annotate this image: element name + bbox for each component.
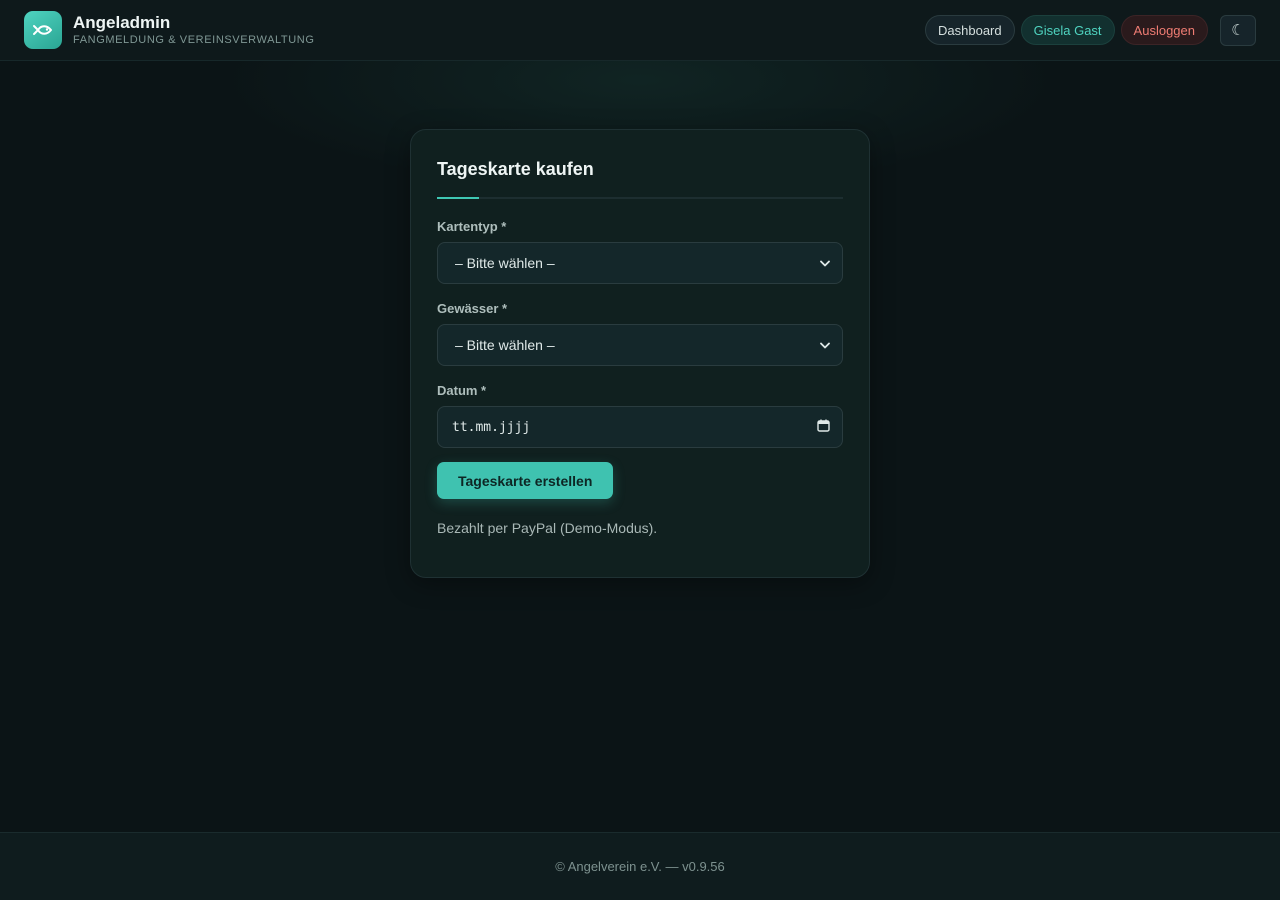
brand-title: Angeladmin bbox=[73, 13, 171, 32]
footer-text: © Angelverein e.V. — v0.9.56 bbox=[555, 859, 725, 874]
calendar-icon[interactable] bbox=[817, 419, 830, 436]
kartentyp-label: Kartentyp * bbox=[437, 219, 507, 234]
form-title: Tageskarte kaufen bbox=[437, 159, 594, 179]
datum-input[interactable]: tt.mm.jjjj bbox=[437, 406, 843, 448]
gewaesser-select-value: – Bitte wählen – bbox=[455, 337, 555, 353]
title-divider bbox=[437, 197, 843, 199]
brand-subtitle: FANGMELDUNG & VEREINSVERWALTUNG bbox=[73, 34, 315, 46]
header-nav: Dashboard Gisela Gast Ausloggen ☾ bbox=[919, 14, 1256, 46]
kartentyp-select-value: – Bitte wählen – bbox=[455, 255, 555, 271]
payment-note: Bezahlt per PayPal (Demo-Modus). bbox=[437, 520, 658, 536]
app-header: Angeladmin FANGMELDUNG & VEREINSVERWALTU… bbox=[0, 0, 1280, 61]
user-profile-link[interactable]: Gisela Gast bbox=[1020, 15, 1115, 45]
app-footer: © Angelverein e.V. — v0.9.56 bbox=[0, 832, 1280, 900]
datum-input-placeholder: tt.mm.jjjj bbox=[452, 419, 531, 435]
tageskarte-form-card: Tageskarte kaufen Kartentyp * – Bitte wä… bbox=[410, 129, 870, 578]
title-divider-accent bbox=[437, 197, 479, 199]
gewaesser-label: Gewässer * bbox=[437, 301, 508, 316]
datum-label: Datum * bbox=[437, 383, 487, 398]
moon-icon: ☾ bbox=[1231, 22, 1245, 39]
brand: Angeladmin FANGMELDUNG & VEREINSVERWALTU… bbox=[73, 13, 315, 47]
theme-toggle-button[interactable]: ☾ bbox=[1220, 14, 1256, 46]
chevron-down-icon bbox=[820, 340, 830, 350]
submit-button[interactable]: Tageskarte erstellen bbox=[437, 462, 614, 499]
kartentyp-select[interactable]: – Bitte wählen – bbox=[437, 242, 843, 284]
chevron-down-icon bbox=[820, 258, 830, 268]
dashboard-link[interactable]: Dashboard bbox=[925, 15, 1015, 45]
logout-button[interactable]: Ausloggen bbox=[1120, 15, 1208, 45]
gewaesser-select[interactable]: – Bitte wählen – bbox=[437, 324, 843, 366]
fish-icon bbox=[24, 11, 62, 49]
